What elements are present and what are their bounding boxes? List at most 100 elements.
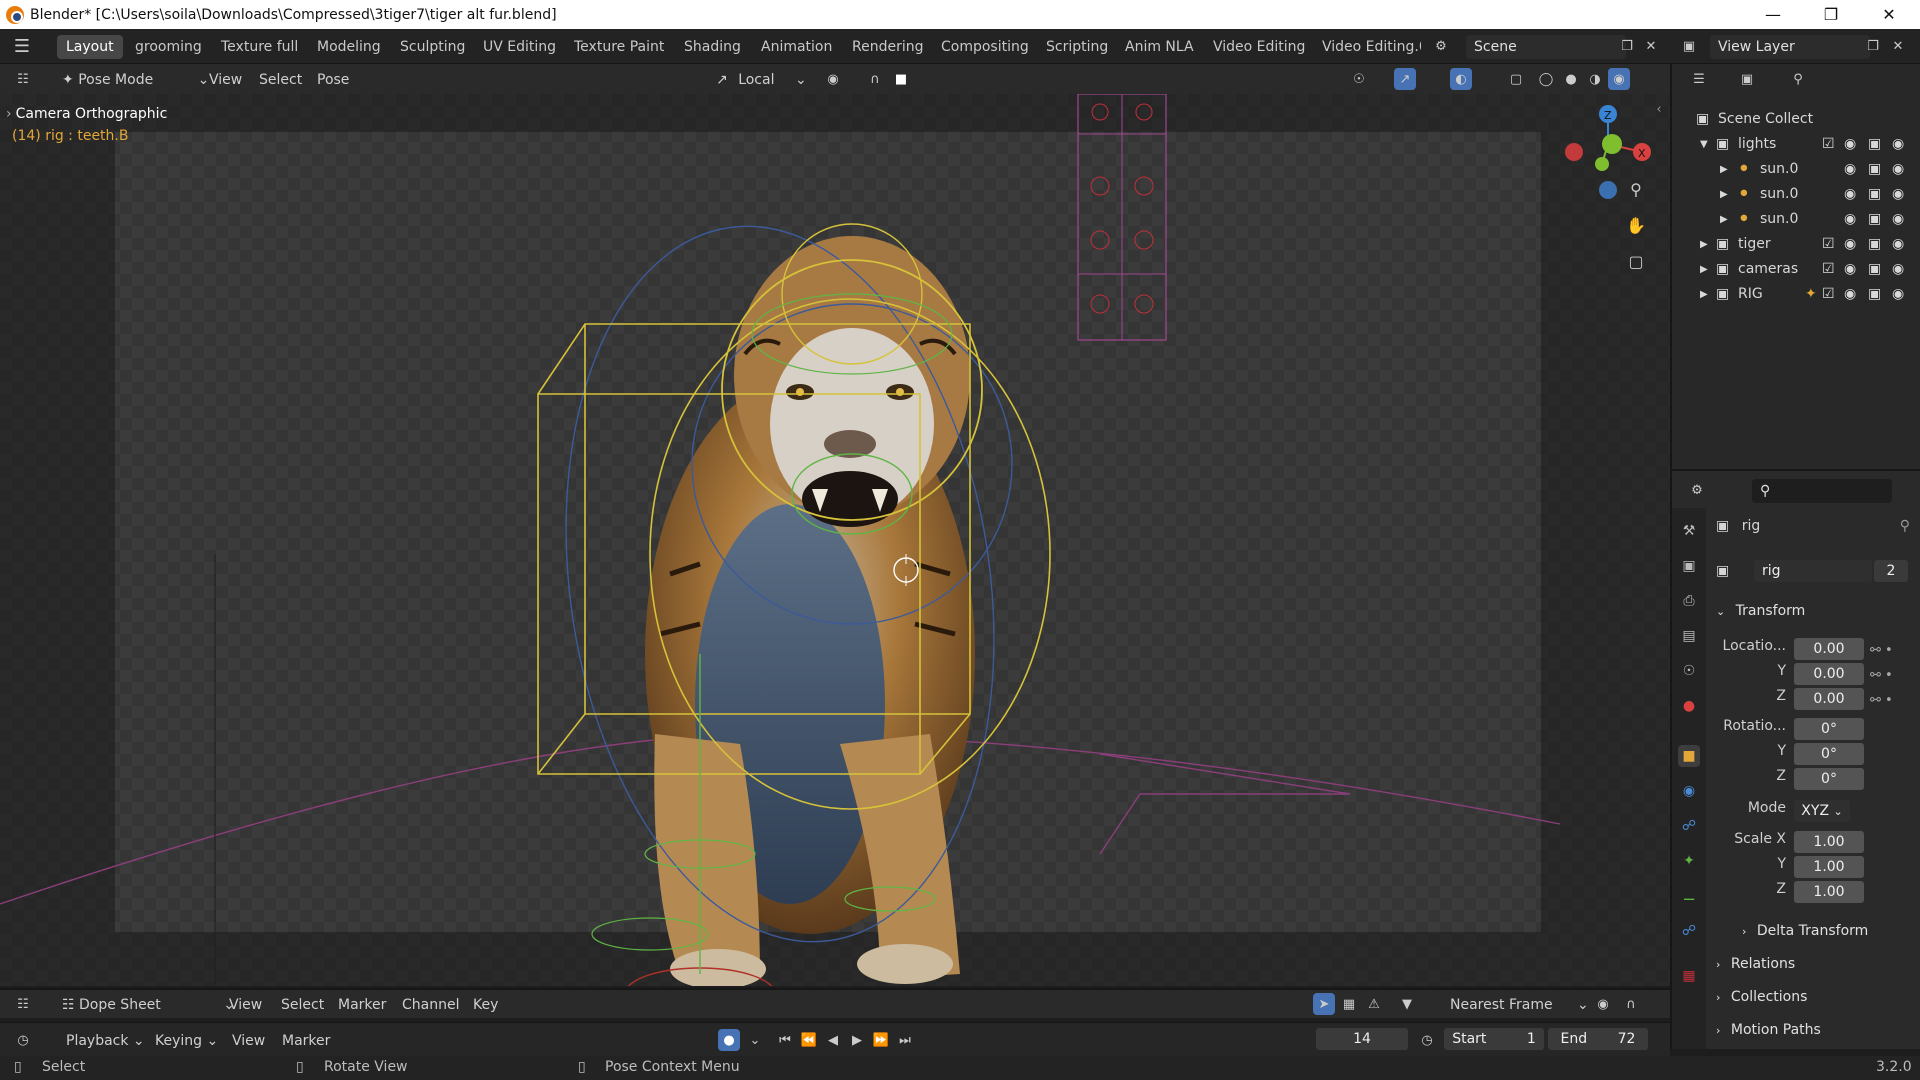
dope-sheet-mode-selector[interactable]: ☷ Dope Sheet ⌄ <box>62 993 235 1017</box>
camera-view-icon[interactable]: ▢ <box>1625 250 1647 272</box>
location-y-field[interactable]: 0.00 <box>1794 663 1864 685</box>
filter-icon[interactable]: ▼ <box>1396 993 1418 1015</box>
material-shading-icon[interactable]: ◑ <box>1584 68 1606 90</box>
menu-view[interactable]: View <box>229 993 262 1017</box>
rotation-mode-select[interactable]: XYZ ⌄ <box>1794 800 1850 822</box>
monitor-icon[interactable]: ▣ <box>1868 232 1881 257</box>
checkbox-icon[interactable]: ☑ <box>1822 232 1835 257</box>
scene-tab-icon[interactable]: ☉ <box>1678 660 1700 682</box>
tab-layout[interactable]: Layout <box>57 35 123 59</box>
transform-orientation[interactable]: ↗ Local ⌄ <box>716 68 807 92</box>
editor-type-icon[interactable]: ☷ <box>12 993 34 1015</box>
tab-modeling[interactable]: Modeling <box>308 35 390 59</box>
overlay-toggle-icon[interactable]: ◐ <box>1450 68 1472 90</box>
display-mode-icon[interactable]: ▣ <box>1736 68 1758 90</box>
rendered-shading-icon[interactable]: ◉ <box>1608 68 1630 90</box>
tab-shading[interactable]: Shading <box>675 35 750 59</box>
close-window-button[interactable]: ✕ <box>1860 0 1918 29</box>
lock-icon[interactable]: ⚯ • <box>1870 663 1910 688</box>
outliner-item-sun-3[interactable]: ▶ ⚫ sun.0 ◉ ▣ ◉ <box>1672 207 1920 232</box>
eye-icon[interactable]: ◉ <box>1844 282 1856 307</box>
editor-type-icon[interactable]: ☷ <box>12 68 34 90</box>
rotation-x-field[interactable]: 0° <box>1794 718 1864 740</box>
view-layer-tab-icon[interactable]: ▤ <box>1678 625 1700 647</box>
mode-selector[interactable]: ✦ Pose Mode ⌄ <box>62 68 209 92</box>
jump-end-icon[interactable]: ⏭ <box>894 1029 916 1051</box>
monitor-icon[interactable]: ▣ <box>1868 257 1881 282</box>
play-reverse-icon[interactable]: ◀ <box>822 1029 844 1051</box>
data-block-icon[interactable]: ▣ <box>1716 563 1729 579</box>
jump-start-icon[interactable]: ⏮ <box>774 1029 796 1051</box>
snap-mode-select[interactable]: Nearest Frame ⌄ <box>1450 993 1589 1017</box>
outliner-item-sun-2[interactable]: ▶ ⚫ sun.0 ◉ ▣ ◉ <box>1672 182 1920 207</box>
pan-hand-icon[interactable]: ✋ <box>1625 214 1647 236</box>
eye-icon[interactable]: ◉ <box>1844 232 1856 257</box>
menu-pose[interactable]: Pose <box>317 68 349 92</box>
output-tab-icon[interactable]: ⎙ <box>1678 590 1700 612</box>
menu-key[interactable]: Key <box>473 993 498 1017</box>
properties-editor-icon[interactable]: ⚙ <box>1686 479 1708 501</box>
visibility-icon[interactable]: ☉ <box>1348 68 1370 90</box>
rotation-z-field[interactable]: 0° <box>1794 768 1864 790</box>
delete-scene-icon[interactable]: ✕ <box>1640 35 1662 57</box>
monitor-icon[interactable]: ▣ <box>1868 282 1881 307</box>
proportional-edit-icon[interactable]: ◉ <box>1592 993 1614 1015</box>
eye-icon[interactable]: ◉ <box>1844 157 1856 182</box>
auto-keying-icon[interactable]: ● <box>718 1029 740 1051</box>
relations-panel[interactable]: › Relations <box>1716 950 1912 978</box>
start-frame-field[interactable]: Start 1 <box>1444 1028 1544 1050</box>
render-camera-icon[interactable]: ◉ <box>1892 207 1904 232</box>
next-keyframe-icon[interactable]: ⏩ <box>870 1029 892 1051</box>
scene-selector-icon[interactable]: ⚙ <box>1430 35 1452 57</box>
tool-tab-icon[interactable]: ⚒ <box>1678 520 1700 542</box>
main-menu-icon[interactable]: ☰ <box>11 35 33 57</box>
delta-transform-panel[interactable]: › Delta Transform <box>1716 917 1912 945</box>
tab-rendering[interactable]: Rendering <box>843 35 933 59</box>
scale-z-field[interactable]: 1.00 <box>1794 881 1864 903</box>
snap-target-icon[interactable]: ■ <box>890 68 912 90</box>
menu-view[interactable]: View <box>209 68 242 92</box>
checkbox-icon[interactable]: ☑ <box>1822 132 1835 157</box>
lock-icon[interactable]: ⚯ • <box>1870 688 1910 713</box>
constraints-tab-icon[interactable]: ☍ <box>1678 815 1700 837</box>
scale-y-field[interactable]: 1.00 <box>1794 856 1864 878</box>
gizmo-toggle-icon[interactable]: ↗ <box>1394 68 1416 90</box>
preview-range-icon[interactable]: ◷ <box>1416 1029 1438 1051</box>
pin-icon[interactable]: ⚲ <box>1900 514 1910 538</box>
checkbox-icon[interactable]: ☑ <box>1822 282 1835 307</box>
outliner-item-lights[interactable]: ▼ ▣ lights ☑ ◉ ▣ ◉ <box>1672 132 1920 157</box>
render-camera-icon[interactable]: ◉ <box>1892 282 1904 307</box>
tab-grooming[interactable]: grooming <box>126 35 211 59</box>
menu-select[interactable]: Select <box>259 68 302 92</box>
menu-marker[interactable]: Marker <box>338 993 386 1017</box>
eye-icon[interactable]: ◉ <box>1844 207 1856 232</box>
rotation-y-field[interactable]: 0° <box>1794 743 1864 765</box>
prev-keyframe-icon[interactable]: ⏪ <box>798 1029 820 1051</box>
zoom-icon[interactable]: ⚲ <box>1625 178 1647 200</box>
only-errors-icon[interactable]: ⚠ <box>1363 993 1385 1015</box>
outliner-item-tiger[interactable]: ▶ ▣ tiger ☑ ◉ ▣ ◉ <box>1672 232 1920 257</box>
timeline-editor-icon[interactable]: ◷ <box>12 1029 34 1051</box>
monitor-icon[interactable]: ▣ <box>1868 182 1881 207</box>
outliner-item-cameras[interactable]: ▶ ▣ cameras ☑ ◉ ▣ ◉ <box>1672 257 1920 282</box>
minimize-button[interactable]: — <box>1744 0 1802 29</box>
location-x-field[interactable]: 0.00 <box>1794 638 1864 660</box>
new-view-layer-icon[interactable]: ❐ <box>1862 35 1884 57</box>
wireframe-shading-icon[interactable]: ◯ <box>1535 68 1557 90</box>
armature-data-tab-icon[interactable]: ✦ <box>1678 850 1700 872</box>
data-name-field[interactable]: rig <box>1754 560 1872 582</box>
view-layer-icon[interactable]: ▣ <box>1678 35 1700 57</box>
search-icon[interactable]: ⚲ <box>1787 68 1809 90</box>
outliner-item-rig[interactable]: ▶ ▣ RIG ✦ ☑ ◉ ▣ ◉ <box>1672 282 1920 307</box>
chevron-down-icon[interactable]: ⌄ <box>744 1029 766 1051</box>
properties-search-field[interactable]: ⚲ <box>1752 479 1892 503</box>
location-z-field[interactable]: 0.00 <box>1794 688 1864 710</box>
new-scene-icon[interactable]: ❐ <box>1616 35 1638 57</box>
object-tab-icon[interactable]: ■ <box>1678 745 1700 767</box>
render-camera-icon[interactable]: ◉ <box>1892 132 1904 157</box>
bone-constraints-tab-icon[interactable]: ☍ <box>1678 920 1700 942</box>
world-tab-icon[interactable]: ● <box>1678 695 1700 717</box>
collections-panel[interactable]: › Collections <box>1716 983 1912 1011</box>
play-icon[interactable]: ▶ <box>846 1029 868 1051</box>
render-tab-icon[interactable]: ▣ <box>1678 555 1700 577</box>
